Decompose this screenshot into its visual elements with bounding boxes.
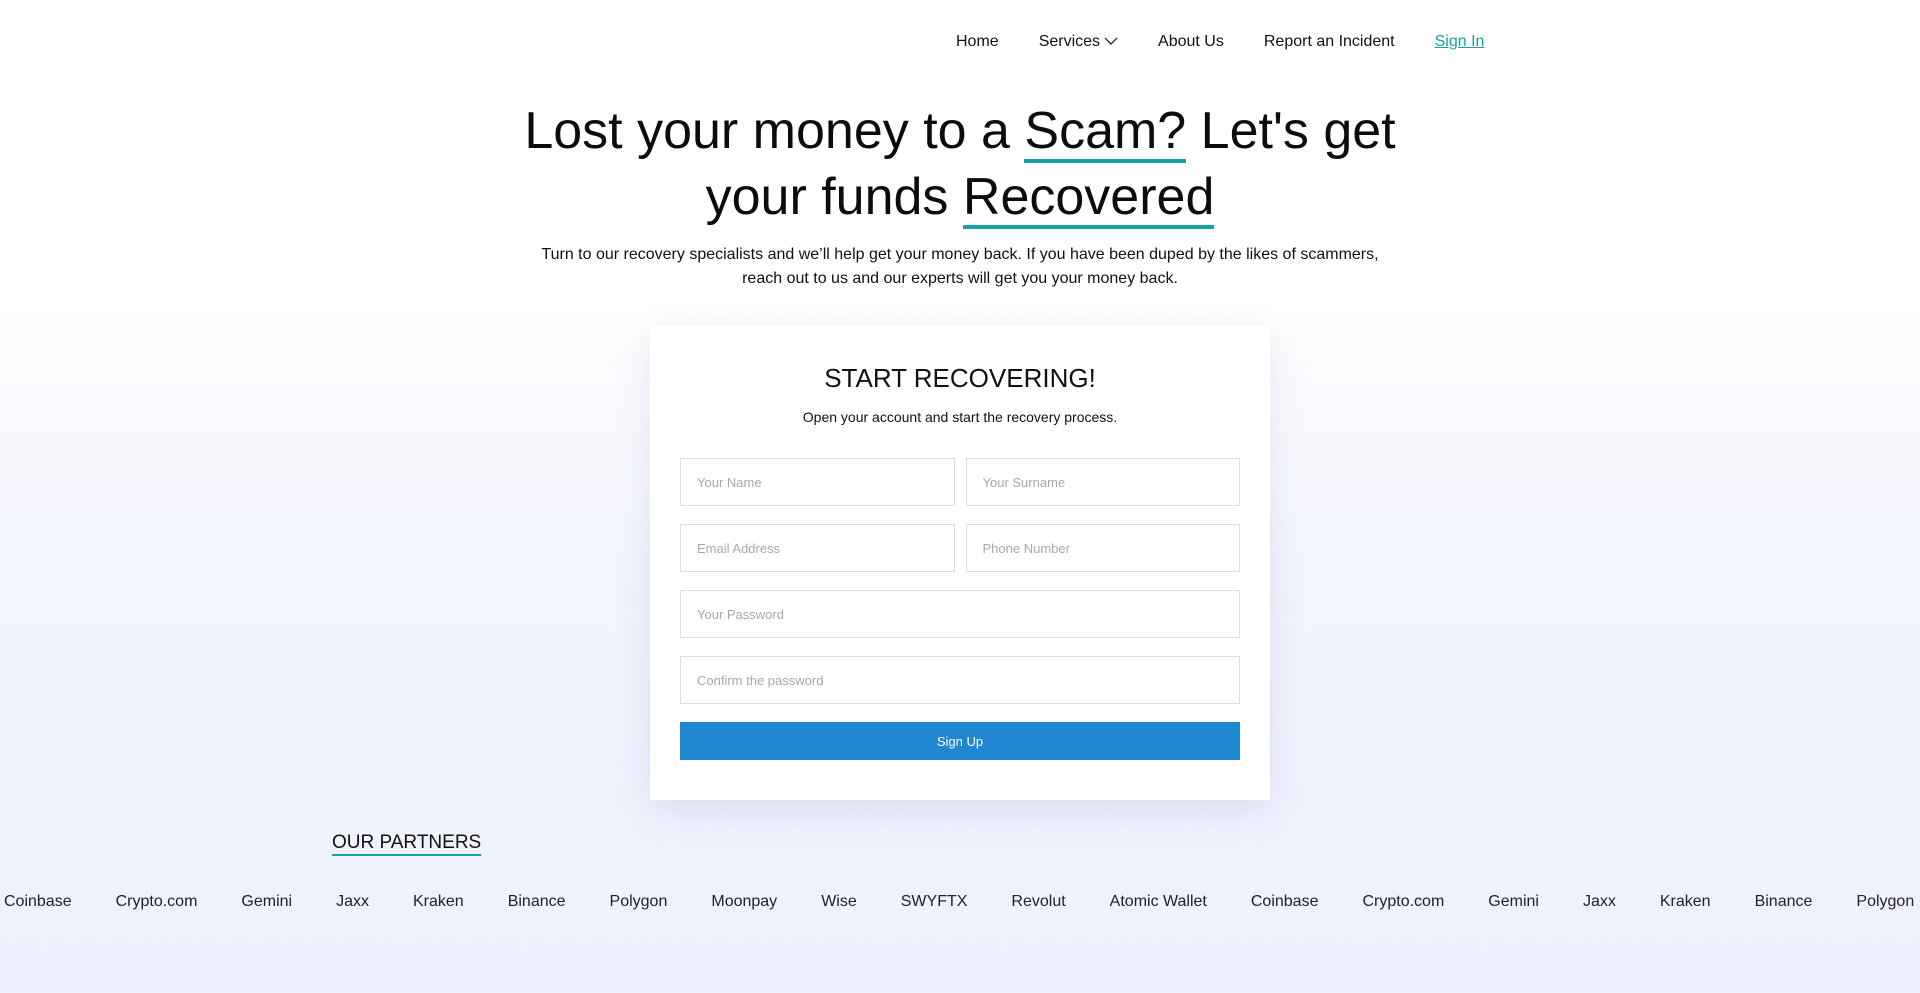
- partner-item: Jaxx: [336, 893, 369, 910]
- partner-item: Kraken: [413, 893, 464, 910]
- hero-title-part3: your funds: [705, 168, 963, 226]
- hero-subtitle: Turn to our recovery specialists and we’…: [0, 243, 1920, 291]
- signup-title: START RECOVERING!: [824, 363, 1096, 393]
- partner-item: Kraken: [1659, 893, 1711, 910]
- partner-item: Moonpay: [711, 893, 778, 910]
- partner-item: Crypto.com: [115, 893, 198, 910]
- partner-item: Coinbase: [4, 893, 72, 910]
- partner-item: Gemini: [1488, 893, 1539, 910]
- hero-title-part2: Let's get: [1186, 102, 1396, 160]
- email-input[interactable]: [680, 524, 955, 572]
- partner-item: Polygon: [609, 893, 668, 910]
- chevron-down-icon: [1104, 33, 1118, 51]
- partner-item: Polygon: [1856, 893, 1915, 910]
- hero-title-highlight-recovered: Recovered: [962, 169, 1215, 229]
- partner-item: Revolut: [1011, 893, 1066, 910]
- nav-services[interactable]: Services: [1039, 33, 1118, 51]
- partner-item: Coinbase: [1250, 893, 1319, 910]
- partner-item: Atomic Wallet: [1109, 893, 1207, 910]
- hero-subtitle-line2: reach out to us and our experts will get…: [742, 270, 1178, 287]
- hero-title: Lost your money to a Scam? Let's get you…: [0, 98, 1920, 230]
- nav-report-incident[interactable]: Report an Incident: [1264, 33, 1395, 51]
- partner-item: SWYFTX: [900, 893, 968, 910]
- name-input[interactable]: [680, 458, 955, 506]
- partners-title: OUR PARTNERS: [332, 832, 482, 856]
- main-nav: Home Services About Us Report an Inciden…: [956, 33, 1484, 51]
- partner-item: Binance: [507, 893, 566, 910]
- hero-title-highlight-scam: Scam?: [1024, 103, 1187, 163]
- password-row: [680, 590, 1240, 638]
- name-row: [680, 458, 1240, 506]
- confirm-password-input[interactable]: [680, 656, 1240, 704]
- partner-item: Wise: [821, 893, 857, 910]
- nav-services-label: Services: [1038, 33, 1101, 50]
- nav-sign-in[interactable]: Sign In: [1435, 33, 1485, 51]
- surname-input[interactable]: [965, 458, 1240, 506]
- partner-item: Crypto.com: [1362, 893, 1445, 910]
- phone-input[interactable]: [965, 524, 1240, 572]
- partner-item: Binance: [1754, 893, 1813, 910]
- hero-title-part1: Lost your money to a: [524, 102, 1025, 160]
- nav-about-us[interactable]: About Us: [1158, 33, 1224, 51]
- nav-home[interactable]: Home: [956, 33, 999, 51]
- partner-item: Gemini: [241, 893, 293, 910]
- signup-subtitle: Open your account and start the recovery…: [802, 409, 1118, 425]
- partners-marquee: Coinbase Crypto.com Gemini Jaxx Kraken Binanc…: [4, 893, 1920, 911]
- hero-subtitle-line1: Turn to our recovery specialists and we’…: [541, 246, 1379, 263]
- password-input[interactable]: [680, 590, 1240, 638]
- signup-fields: [680, 458, 1240, 704]
- confirm-row: [680, 656, 1240, 704]
- partner-item: Jaxx: [1582, 893, 1616, 910]
- sign-up-button[interactable]: Sign Up: [680, 722, 1240, 760]
- signup-card: START RECOVERING! Open your account and …: [650, 326, 1270, 800]
- contact-row: [680, 524, 1240, 572]
